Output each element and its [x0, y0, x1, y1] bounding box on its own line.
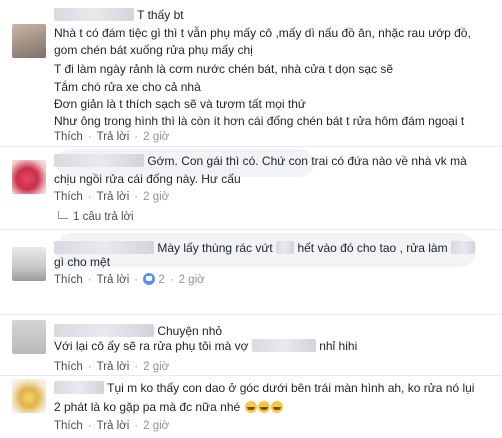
comment-text: Với lại cô ấy sẽ ra rửa phụ tôi mà vợ	[54, 339, 249, 353]
avatar[interactable]	[12, 24, 46, 58]
comment-text-line: Tụi m ko thấy con dao ở góc dưới bên trá…	[54, 381, 474, 396]
comment-3: Mày lấy thùng rác vứt hết vào đó cho tao…	[0, 230, 502, 314]
like-link[interactable]: Thích	[54, 274, 83, 286]
comment-text: Gớm. Con gái thì có. Chứ con trai có đứa…	[147, 154, 467, 168]
blurred-author-name[interactable]	[54, 381, 104, 394]
laughing-emoji-icon	[257, 401, 270, 413]
comment-text: Mày lấy thùng rác vứt	[157, 241, 273, 255]
comment-actions: Thích · Trả lời · 2 giờ	[54, 420, 170, 432]
comment-text: nhỉ hihi	[319, 339, 358, 353]
comment-text-line: Nhà t có đám tiệc gì thì t vẫn phụ mấy c…	[54, 26, 471, 40]
comment-text-line: gom chén bát xuống rửa phụ mấy chị	[54, 43, 253, 57]
avatar[interactable]	[12, 247, 46, 281]
comment-text-line: Với lại cô ấy sẽ ra rửa phụ tôi mà vợ nh…	[54, 339, 357, 354]
comment-text-line: Đơn giản là t thích sạch sẽ và tươm tất …	[54, 97, 306, 111]
like-link[interactable]: Thích	[54, 361, 83, 373]
comment-text-line: Như ông trong hình thì là còn ít hơn cái…	[54, 114, 465, 128]
blurred-author-name[interactable]	[54, 324, 154, 337]
comment-4: Chuyện nhỏ Với lại cô ấy sẽ ra rửa phụ t…	[0, 315, 502, 379]
reply-arrow-icon	[58, 211, 68, 219]
view-replies-link[interactable]: 1 câu trả lời	[58, 211, 134, 223]
reply-link[interactable]: Trả lời	[97, 361, 130, 373]
comment-time[interactable]: 2 giờ	[143, 191, 169, 203]
like-link[interactable]: Thích	[54, 131, 83, 143]
comment-author-line: T thấy bt	[54, 8, 184, 23]
comment-author-suffix: T thấy bt	[137, 8, 184, 22]
avatar[interactable]	[12, 320, 46, 354]
comment-text-line: 2 phát là ko gặp pa mà đc nữa nhé	[54, 400, 283, 415]
comment-5: Tụi m ko thấy con dao ở góc dưới bên trá…	[0, 376, 502, 438]
comment-actions: Thích · Trả lời · 2 giờ	[54, 191, 170, 203]
comment-text-line: chịu ngồi rửa cái đống này. Hư cấu	[54, 172, 241, 186]
comment-1: T thấy bt Nhà t có đám tiệc gì thì t vẫn…	[0, 0, 502, 146]
comment-text-line: Mày lấy thùng rác vứt hết vào đó cho tao…	[54, 241, 475, 256]
blurred-word	[450, 241, 475, 254]
comment-actions: Thích · Trả lời · 2 giờ	[54, 131, 170, 143]
like-reaction-icon[interactable]	[143, 273, 156, 285]
blurred-author-name[interactable]	[54, 241, 154, 254]
comment-author-line: Chuyện nhỏ	[54, 324, 222, 339]
reply-link[interactable]: Trả lời	[97, 191, 130, 203]
comment-text: 2 phát là ko gặp pa mà đc nữa nhé	[54, 400, 241, 414]
blurred-author-name[interactable]	[54, 154, 144, 167]
reaction-count: 2	[158, 274, 165, 286]
like-link[interactable]: Thích	[54, 191, 83, 203]
comment-text: hết vào đó cho tao , rửa làm	[297, 241, 448, 255]
comment-text-line: gì cho mệt	[54, 255, 111, 269]
comment-time[interactable]: 2 giờ	[143, 361, 169, 373]
blurred-word	[276, 241, 295, 254]
blurred-author-name[interactable]	[54, 8, 134, 21]
comment-time[interactable]: 2 giờ	[143, 420, 169, 432]
avatar[interactable]	[12, 379, 46, 413]
laughing-emoji-icon	[244, 401, 257, 413]
reply-link[interactable]: Trả lời	[97, 420, 130, 432]
comment-actions: Thích · Trả lời · 2 giờ	[54, 361, 170, 373]
comment-text: Tụi m ko thấy con dao ở góc dưới bên trá…	[107, 381, 475, 395]
comment-text-line: T đi làm ngày rảnh là cơm nước chén bát,…	[54, 62, 394, 76]
like-link[interactable]: Thích	[54, 420, 83, 432]
comment-text-line: Tắm chó rửa xe cho cả nhà	[54, 80, 201, 94]
comment-actions: Thích · Trả lời · 2 · 2 giờ	[54, 273, 205, 286]
comment-2: Gớm. Con gái thì có. Chứ con trai có đứa…	[0, 147, 502, 229]
blurred-word	[251, 339, 316, 352]
avatar[interactable]	[12, 160, 46, 194]
reply-link[interactable]: Trả lời	[97, 274, 130, 286]
reply-link[interactable]: Trả lời	[97, 131, 130, 143]
replies-count: 1 câu trả lời	[73, 211, 134, 223]
laughing-emoji-icon	[270, 401, 283, 413]
comment-time[interactable]: 2 giờ	[143, 131, 169, 143]
comment-author-suffix: Chuyện nhỏ	[157, 324, 223, 338]
comment-time[interactable]: 2 giờ	[179, 274, 205, 286]
comment-text-line: Gớm. Con gái thì có. Chứ con trai có đứa…	[54, 154, 467, 169]
